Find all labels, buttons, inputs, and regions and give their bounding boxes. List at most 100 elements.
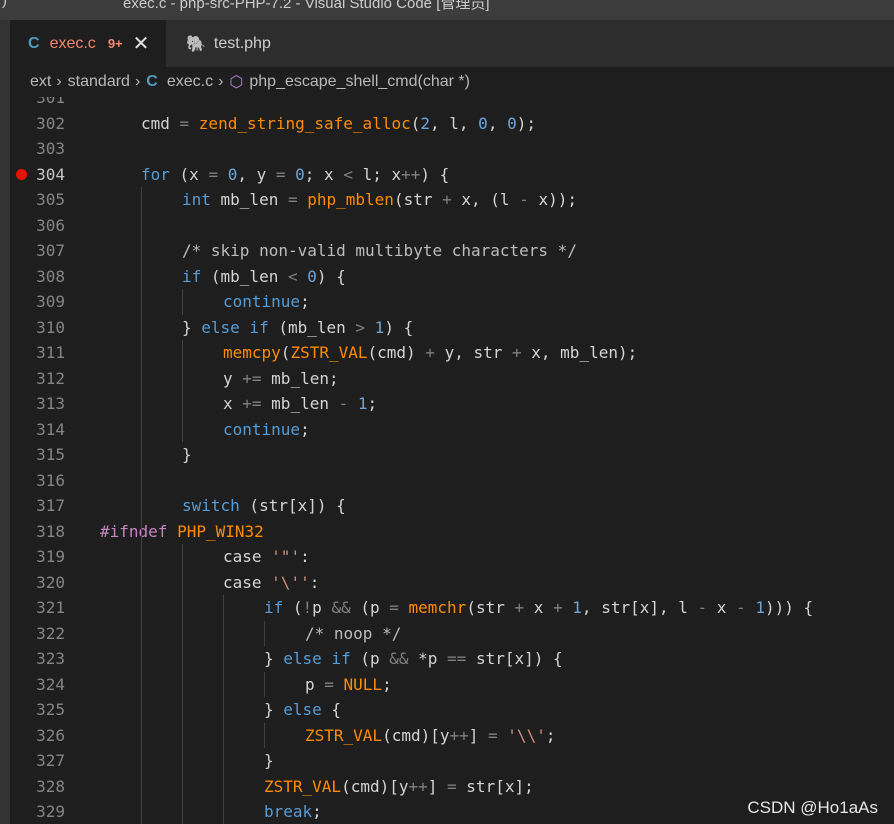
code-token: (cmd)[y — [341, 776, 409, 796]
code-line: /* skip non-valid multibyte characters *… — [182, 238, 577, 264]
code-line: switch (str[x]) { — [182, 493, 346, 519]
code-token: ))) { — [764, 598, 814, 617]
code-line: if (mb_len < 0) { — [182, 264, 346, 290]
line-number: 324 — [36, 674, 65, 694]
code-token: switch — [182, 496, 240, 515]
indent-guide — [182, 289, 183, 315]
code-line: continue; — [223, 417, 310, 443]
code-token: ++ — [401, 164, 421, 184]
indent-guide — [264, 620, 265, 646]
editor-tab-bar: C exec.c 9+ ✕ 🐘 test.php — [10, 20, 894, 67]
line-number: 322 — [36, 623, 65, 643]
code-token: ) { — [384, 317, 414, 337]
line-number: 312 — [36, 368, 65, 388]
code-line: memcpy(ZSTR_VAL(cmd) + y, str + x, mb_le… — [223, 340, 637, 366]
tab-test-php[interactable]: 🐘 test.php — [167, 20, 328, 67]
code-token: && — [389, 649, 419, 668]
code-token: if — [182, 266, 202, 286]
code-token: ++ — [449, 725, 469, 745]
line-number: 309 — [36, 292, 65, 311]
line-number: 316 — [36, 470, 65, 490]
code-token: (cmd)[y — [382, 725, 450, 745]
breadcrumb-item-ext[interactable]: ext — [30, 73, 51, 91]
line-number: 313 — [36, 394, 65, 413]
code-token: (str — [393, 190, 443, 209]
line-number: 327 — [36, 751, 65, 770]
code-token: } — [264, 649, 284, 668]
tab-exec-c[interactable]: C exec.c 9+ ✕ — [10, 20, 166, 67]
window-title: exec.c - php-src-PHP-7.2 - Visual Studio… — [123, 0, 490, 12]
indent-guide — [141, 187, 142, 824]
code-token: = — [389, 598, 409, 617]
code-area[interactable]: cmd = zend_string_safe_alloc(2, l, 0, 0)… — [100, 97, 894, 824]
code-line: if (!p && (p = memchr(str + x + 1, str[x… — [264, 595, 813, 621]
code-token: 0 — [507, 113, 517, 133]
code-token: + — [553, 598, 573, 617]
code-token: zend_string_safe_alloc — [198, 113, 411, 133]
line-number: 325 — [36, 700, 65, 719]
code-editor[interactable]: 301 302 303 304 305 306 307 308 309 310 311 312 313 3… — [10, 97, 894, 824]
code-token: str[x]) { — [475, 649, 563, 668]
code-token: ) { — [316, 266, 346, 286]
code-token: + — [512, 343, 532, 362]
code-token: = — [447, 776, 467, 796]
code-token: , str[x], l — [581, 598, 698, 617]
code-token: p — [305, 674, 325, 694]
breadcrumb-item-file[interactable]: exec.c — [167, 73, 213, 91]
line-number: 315 — [36, 445, 65, 464]
code-token: ) { — [420, 164, 450, 184]
close-icon[interactable]: ✕ — [133, 34, 150, 54]
code-token: , — [487, 113, 508, 133]
code-token: for — [141, 164, 170, 184]
code-token: '"' — [271, 547, 301, 566]
chevron-right-icon: › — [56, 73, 62, 90]
code-token: memcpy — [223, 343, 281, 362]
code-token: /* skip non-valid multibyte characters *… — [182, 241, 577, 260]
code-token: mb_len; — [271, 368, 339, 388]
code-line: y += mb_len; — [223, 366, 339, 392]
line-number: 303 — [36, 139, 65, 158]
code-token: ; — [382, 674, 392, 694]
line-number: 314 — [36, 419, 65, 439]
code-token: continue — [223, 292, 301, 311]
code-token: 0 — [307, 266, 317, 286]
code-token: (p — [350, 649, 390, 668]
code-line: for (x = 0, y = 0; x < l; x++) { — [141, 162, 449, 188]
tab-label: test.php — [213, 34, 271, 52]
code-line: int mb_len = php_mblen(str + x, (l - x))… — [182, 187, 577, 213]
code-token: 1 — [572, 598, 582, 617]
line-number-gutter[interactable]: 301 302 303 304 305 306 307 308 309 310 311 312 313 3… — [10, 97, 90, 824]
breadcrumb-item-standard[interactable]: standard — [68, 73, 130, 91]
code-token: 1 — [357, 394, 368, 413]
code-token: x — [223, 394, 243, 413]
code-token: == — [447, 649, 476, 668]
code-token: x, (l — [461, 190, 520, 209]
code-line: p = NULL; — [305, 672, 392, 698]
code-token: , l, — [430, 113, 479, 133]
breadcrumb-item-function[interactable]: php_escape_shell_cmd(char *) — [249, 73, 470, 91]
chevron-right-icon: › — [134, 73, 141, 90]
code-token: = — [488, 725, 508, 745]
code-token: ; x — [304, 164, 344, 184]
line-number: 306 — [36, 215, 65, 235]
code-line: } else if (mb_len > 1) { — [182, 315, 413, 341]
code-token: - — [736, 598, 756, 617]
code-token: = — [324, 674, 344, 694]
code-line: #ifndef PHP_WIN32 — [100, 519, 264, 545]
line-number: 323 — [36, 649, 65, 668]
activity-bar-edge — [0, 20, 10, 824]
code-token: } — [264, 751, 274, 770]
code-token: = — [287, 190, 308, 209]
line-number: 302 — [36, 113, 65, 133]
line-number: 301 — [36, 97, 65, 107]
code-token: (mb_len — [268, 317, 356, 337]
line-number: 305 — [36, 190, 65, 209]
code-token: else if — [201, 317, 269, 337]
code-token: ; — [300, 292, 310, 311]
code-line: } else if (p && *p == str[x]) { — [264, 646, 563, 672]
code-token: ZSTR_VAL — [264, 776, 342, 796]
breakpoint-icon[interactable] — [16, 168, 27, 180]
c-file-icon: C — [146, 73, 158, 90]
code-line: } else { — [264, 697, 341, 723]
code-token: > — [355, 317, 375, 337]
